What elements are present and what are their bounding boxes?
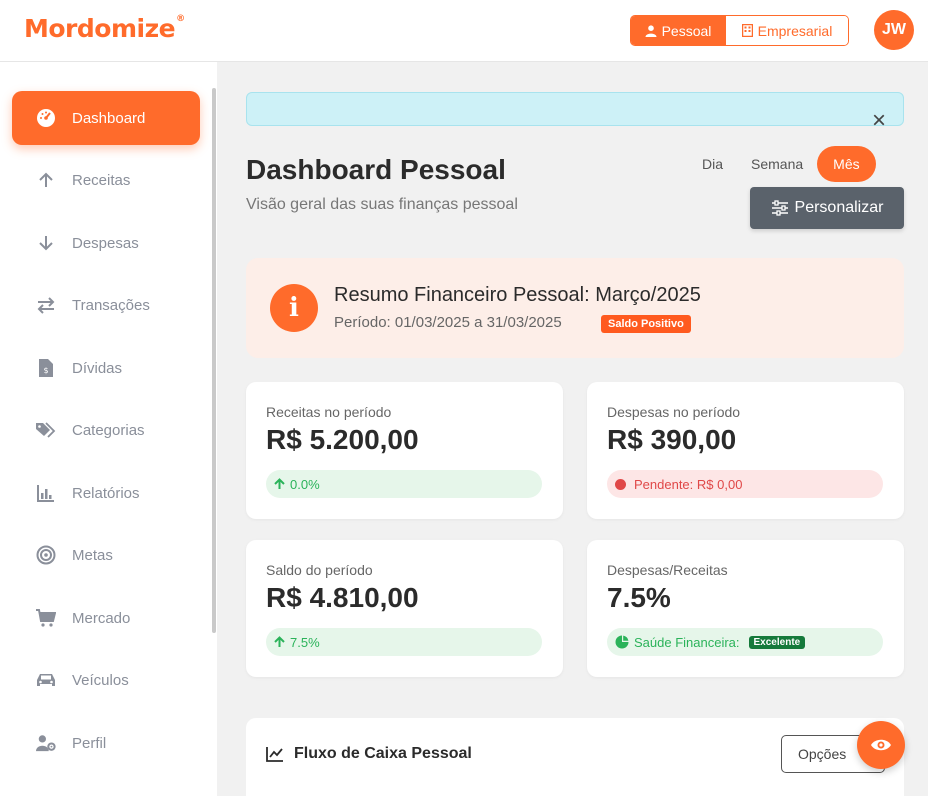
tags-icon <box>36 420 56 440</box>
arrow-up-icon <box>274 636 285 647</box>
mode-business-button[interactable]: Empresarial <box>725 16 848 45</box>
income-value: R$ 5.200,00 <box>266 424 419 455</box>
health-badge: Excelente <box>748 635 806 649</box>
income-card: Receitas no período R$ 5.200,00 0.0% <box>246 382 563 519</box>
sidebar-item-despesas[interactable]: Despesas <box>12 216 200 270</box>
clock-icon <box>615 478 626 490</box>
sidebar-item-metas[interactable]: Metas <box>12 528 200 582</box>
tab-dia[interactable]: Dia <box>688 146 737 182</box>
status-badge: Saldo Positivo <box>601 315 691 333</box>
tab-mes[interactable]: Mês <box>817 146 876 182</box>
info-icon: i <box>270 284 318 332</box>
visibility-toggle-button[interactable] <box>857 721 905 769</box>
sidebar-item-categorias[interactable]: Categorias <box>12 403 200 457</box>
balance-card: Saldo do período R$ 4.810,00 7.5% <box>246 540 563 677</box>
customize-label: Personalizar <box>794 199 884 216</box>
mode-business-label: Empresarial <box>757 22 833 39</box>
sidebar-item-label: Mercado <box>72 609 131 627</box>
expenses-value: R$ 390,00 <box>607 424 737 455</box>
financial-summary-panel: i Resumo Financeiro Pessoal: Março/2025 … <box>246 258 904 358</box>
ratio-value: 7.5% <box>607 582 671 613</box>
line-chart-icon <box>266 747 283 762</box>
expenses-pending: Pendente: R$ 0,00 <box>634 476 743 492</box>
summary-title: Resumo Financeiro Pessoal: Março/2025 <box>334 284 701 306</box>
expenses-pending-pill: Pendente: R$ 0,00 <box>607 470 883 498</box>
user-cog-icon <box>36 733 56 753</box>
balance-change: 7.5% <box>290 634 320 650</box>
logo-text: Mordomize <box>24 14 176 43</box>
sidebar-item-transacoes[interactable]: Transações <box>12 278 200 332</box>
app-logo[interactable]: Mordomize® <box>24 14 185 43</box>
tab-semana[interactable]: Semana <box>737 146 817 182</box>
cashflow-title: Fluxo de Caixa Pessoal <box>294 745 472 762</box>
sidebar-item-label: Relatórios <box>72 484 140 502</box>
income-change: 0.0% <box>290 476 320 492</box>
balance-value: R$ 4.810,00 <box>266 582 419 613</box>
sliders-icon <box>771 200 788 216</box>
sidebar-item-mercado[interactable]: Mercado <box>12 591 200 645</box>
ratio-card: Despesas/Receitas 7.5% Saúde Financeira:… <box>587 540 904 677</box>
invoice-dollar-icon: $ <box>36 358 56 378</box>
close-icon[interactable]: × <box>868 109 890 133</box>
sidebar-item-label: Metas <box>72 546 113 564</box>
arrow-up-icon <box>36 170 56 190</box>
car-icon <box>36 670 56 690</box>
top-header: Mordomize® Pessoal Empresarial JW <box>0 0 928 62</box>
bar-chart-icon <box>36 483 56 503</box>
cashflow-panel: Fluxo de Caixa Pessoal Opções <box>246 718 904 796</box>
sidebar-item-label: Dívidas <box>72 359 123 377</box>
expenses-label: Despesas no período <box>607 404 741 420</box>
sidebar-item-veiculos[interactable]: Veículos <box>12 653 200 707</box>
sidebar-item-label: Receitas <box>72 171 131 189</box>
income-change-pill: 0.0% <box>266 470 542 498</box>
balance-label: Saldo do período <box>266 562 373 578</box>
svg-text:$: $ <box>43 366 48 375</box>
user-icon <box>645 24 657 37</box>
arrow-up-icon <box>274 478 285 489</box>
sidebar-item-label: Veículos <box>72 671 129 689</box>
ratio-label: Despesas/Receitas <box>607 562 728 578</box>
dashboard-gauge-icon <box>36 108 56 128</box>
exchange-icon <box>36 295 56 315</box>
arrow-down-icon <box>36 233 56 253</box>
income-label: Receitas no período <box>266 404 392 420</box>
page-title: Dashboard Pessoal <box>246 154 506 185</box>
sidebar-item-perfil[interactable]: Perfil <box>12 716 200 770</box>
cashflow-header: Fluxo de Caixa Pessoal <box>266 745 472 763</box>
sidebar-item-relatorios[interactable]: Relatórios <box>12 466 200 520</box>
logo-registered-mark: ® <box>176 14 185 24</box>
mode-personal-button[interactable]: Pessoal <box>631 16 725 45</box>
period-tabs: Dia Semana Mês <box>688 146 876 182</box>
cart-icon <box>36 608 56 628</box>
sidebar-item-label: Categorias <box>72 421 145 439</box>
sidebar-item-dashboard[interactable]: Dashboard <box>12 91 200 145</box>
building-icon <box>741 24 753 37</box>
sidebar-item-label: Despesas <box>72 234 139 252</box>
customize-button[interactable]: Personalizar <box>750 187 904 229</box>
info-alert-banner <box>246 92 904 126</box>
financial-health-pill: Saúde Financeira: Excelente <box>607 628 883 656</box>
mode-personal-label: Pessoal <box>661 22 712 39</box>
sidebar-item-label: Transações <box>72 296 150 314</box>
eye-icon <box>871 739 891 751</box>
page-subtitle: Visão geral das suas finanças pessoal <box>246 196 518 213</box>
pie-chart-icon <box>615 635 629 649</box>
sidebar-scrollbar[interactable] <box>212 88 216 633</box>
user-avatar[interactable]: JW <box>874 10 914 50</box>
summary-period: Período: 01/03/2025 a 31/03/2025 <box>334 314 562 331</box>
sidebar-item-receitas[interactable]: Receitas <box>12 153 200 207</box>
sidebar-item-label: Perfil <box>72 734 107 752</box>
sidebar-item-dividas[interactable]: $ Dívidas <box>12 341 200 395</box>
account-mode-switch: Pessoal Empresarial <box>630 15 849 46</box>
target-icon <box>36 545 56 565</box>
sidebar-item-label: Dashboard <box>72 109 146 127</box>
balance-change-pill: 7.5% <box>266 628 542 656</box>
expenses-card: Despesas no período R$ 390,00 Pendente: … <box>587 382 904 519</box>
health-label: Saúde Financeira: <box>634 634 740 650</box>
